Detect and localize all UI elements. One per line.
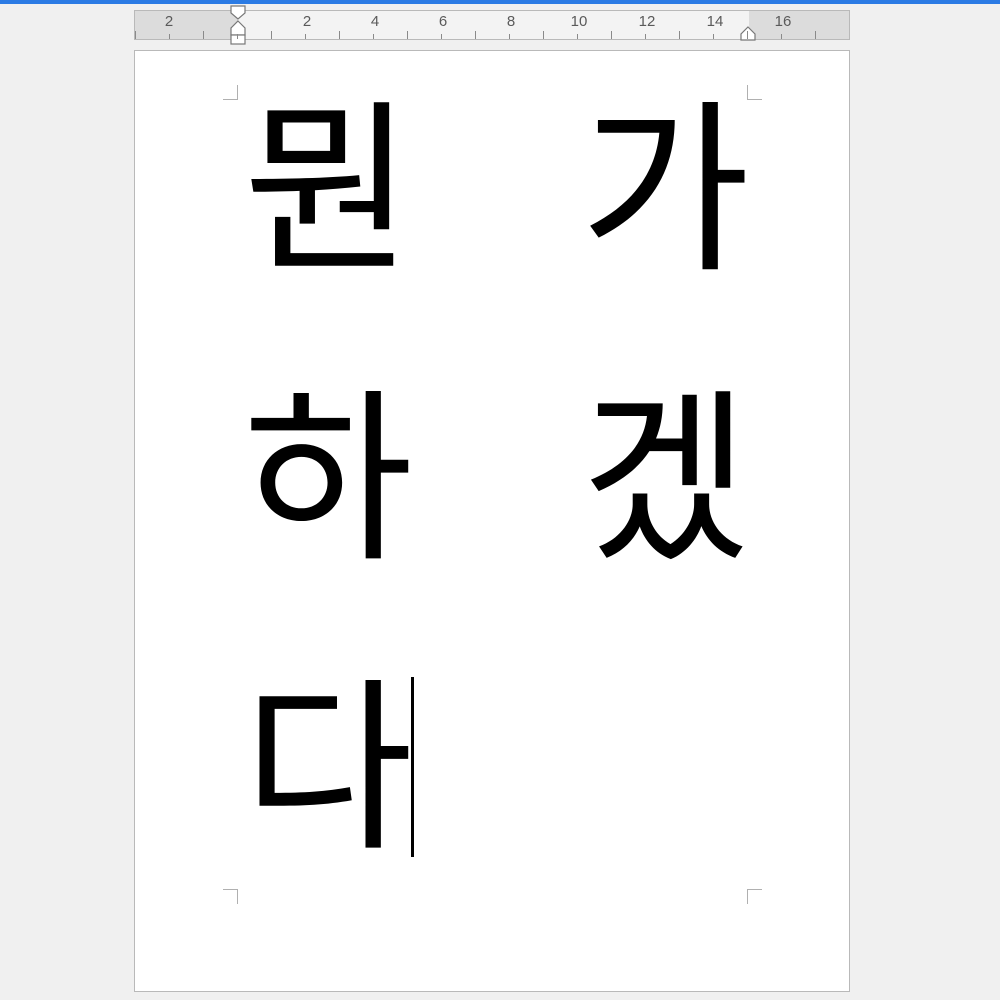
ruler-tick [203, 31, 204, 39]
ruler-tick [169, 34, 170, 39]
ruler-tick [713, 34, 714, 39]
ruler-left-margin [135, 11, 238, 39]
ruler-label: 4 [370, 13, 380, 30]
ruler-label: 2 [164, 13, 174, 30]
ruler-label: 8 [506, 13, 516, 30]
ruler-tick [679, 31, 680, 39]
ruler-tick [543, 31, 544, 39]
ruler-label: 14 [706, 13, 724, 30]
ruler-label: 6 [438, 13, 448, 30]
margin-corner-top-left [223, 85, 238, 100]
margin-corner-bottom-right [747, 889, 762, 904]
ruler-tick [747, 31, 748, 39]
ruler-tick [237, 34, 238, 39]
document-char: 뭔 [243, 83, 414, 299]
ruler-tick [271, 31, 272, 39]
ruler-tick [781, 34, 782, 39]
ruler-label: 10 [570, 13, 588, 30]
ruler-tick [441, 34, 442, 39]
document-char: 다 [243, 661, 414, 877]
ruler-tick [135, 31, 136, 39]
ruler-tick [373, 34, 374, 39]
ruler-right-margin [749, 11, 849, 39]
right-indent-marker[interactable] [740, 26, 756, 42]
margin-corner-bottom-left [223, 889, 238, 904]
ruler-tick [577, 34, 578, 39]
first-line-indent-marker[interactable] [230, 5, 246, 47]
ruler-tick [645, 34, 646, 39]
ruler-tick [305, 34, 306, 39]
ruler-tick [611, 31, 612, 39]
document-char: 하 [243, 372, 414, 588]
ruler-tick [339, 31, 340, 39]
ruler-tick [475, 31, 476, 39]
ruler-label: 12 [638, 13, 656, 30]
window-accent-bar [0, 0, 1000, 4]
ruler-tick [407, 31, 408, 39]
ruler-tick [509, 34, 510, 39]
ruler-label: 16 [774, 13, 792, 30]
horizontal-ruler[interactable]: 2 2 4 6 8 10 12 14 16 [134, 5, 850, 45]
ruler-label: 2 [302, 13, 312, 30]
document-char: 겠 [580, 372, 751, 588]
ruler-tick [815, 31, 816, 39]
text-cursor [411, 677, 414, 857]
document-char: 가 [580, 83, 751, 299]
document-page[interactable]: 뭔 가 하 겠 다 [134, 50, 850, 992]
